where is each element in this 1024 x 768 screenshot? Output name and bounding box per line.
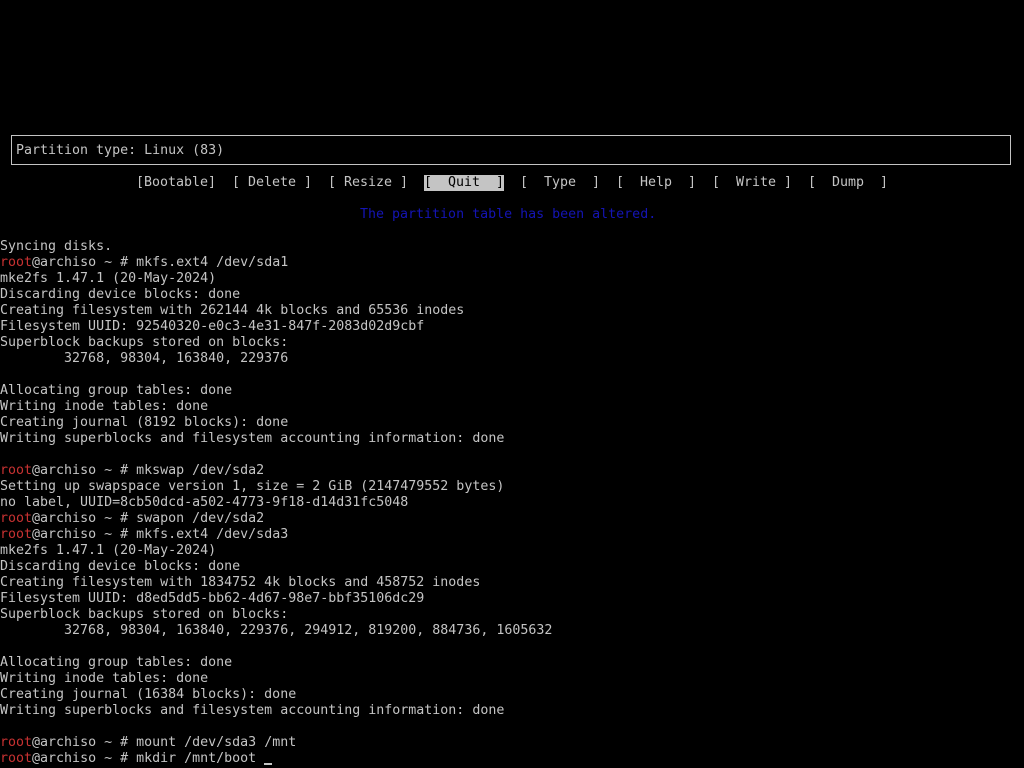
output-text: Writing superblocks and filesystem accou… [0, 703, 505, 718]
menu-button-quit[interactable]: [ Quit ] [424, 175, 505, 191]
prompt-line: root@archiso ~ # mkfs.ext4 /dev/sda3 [0, 527, 288, 543]
menu-button-dump[interactable]: [ Dump ] [808, 175, 888, 191]
output-line: Setting up swapspace version 1, size = 2… [0, 479, 504, 495]
prompt-line: root@archiso ~ # mkfs.ext4 /dev/sda1 [0, 255, 288, 271]
prompt-line: root@archiso ~ # mkswap /dev/sda2 [0, 463, 264, 479]
prompt-user: root [0, 527, 33, 542]
output-text: Filesystem UUID: d8ed5dd5-bb62-4d67-98e7… [0, 591, 425, 606]
output-line: Filesystem UUID: d8ed5dd5-bb62-4d67-98e7… [0, 591, 424, 607]
output-line: 32768, 98304, 163840, 229376 [0, 351, 288, 367]
output-text: Superblock backups stored on blocks: [0, 607, 289, 622]
command-text: @archiso ~ # mkdir /mnt/boot [32, 751, 257, 766]
output-line: Filesystem UUID: 92540320-e0c3-4e31-847f… [0, 319, 424, 335]
prompt-user: root [0, 463, 33, 478]
menu-button-resize[interactable]: [ Resize ] [328, 175, 408, 191]
output-text: Superblock backups stored on blocks: [0, 335, 289, 350]
output-text: Writing superblocks and filesystem accou… [0, 431, 505, 446]
cfdisk-status-message: The partition table has been altered. [360, 207, 657, 222]
output-text: Writing inode tables: done [0, 671, 209, 686]
prompt-line: root@archiso ~ # mount /dev/sda3 /mnt [0, 735, 296, 751]
output-line: Superblock backups stored on blocks: [0, 335, 288, 351]
output-text: 32768, 98304, 163840, 229376 [0, 351, 289, 366]
output-text: Creating filesystem with 1834752 4k bloc… [0, 575, 481, 590]
prompt-user: root [0, 255, 33, 270]
output-line: Creating filesystem with 262144 4k block… [0, 303, 464, 319]
output-text: Syncing disks. [0, 239, 113, 254]
output-line: Discarding device blocks: done [0, 559, 240, 575]
menu-button-type[interactable]: [ Type ] [520, 175, 600, 191]
output-line: Allocating group tables: done [0, 655, 232, 671]
output-line: Writing superblocks and filesystem accou… [0, 703, 504, 719]
output-line: mke2fs 1.47.1 (20-May-2024) [0, 271, 216, 287]
command-text: @archiso ~ # mount /dev/sda3 /mnt [32, 735, 297, 750]
command-text: @archiso ~ # mkfs.ext4 /dev/sda3 [32, 527, 289, 542]
output-line: Discarding device blocks: done [0, 287, 240, 303]
output-line: Syncing disks. [0, 239, 112, 255]
output-text: Writing inode tables: done [0, 399, 209, 414]
output-text: Creating journal (16384 blocks): done [0, 687, 297, 702]
output-line: Superblock backups stored on blocks: [0, 607, 288, 623]
output-line: Writing inode tables: done [0, 399, 208, 415]
output-line: Creating journal (8192 blocks): done [0, 415, 288, 431]
output-text: mke2fs 1.47.1 (20-May-2024) [0, 271, 217, 286]
output-text: Allocating group tables: done [0, 383, 233, 398]
output-line: mke2fs 1.47.1 (20-May-2024) [0, 543, 216, 559]
output-line: Allocating group tables: done [0, 383, 232, 399]
output-line: Creating filesystem with 1834752 4k bloc… [0, 575, 480, 591]
output-text: Setting up swapspace version 1, size = 2… [0, 479, 505, 494]
menu-button-bootable[interactable]: [Bootable] [136, 175, 216, 191]
output-line: Writing inode tables: done [0, 671, 208, 687]
prompt-user: root [0, 751, 33, 766]
output-text: Discarding device blocks: done [0, 287, 241, 302]
prompt-user: root [0, 735, 33, 750]
partition-type-text: Partition type: Linux (83) [16, 143, 225, 158]
output-text: Filesystem UUID: 92540320-e0c3-4e31-847f… [0, 319, 425, 334]
output-text: Creating journal (8192 blocks): done [0, 415, 289, 430]
output-text: mke2fs 1.47.1 (20-May-2024) [0, 543, 217, 558]
output-line: no label, UUID=8cb50dcd-a502-4773-9f18-d… [0, 495, 408, 511]
command-text: @archiso ~ # mkswap /dev/sda2 [32, 463, 265, 478]
output-line: Creating journal (16384 blocks): done [0, 687, 296, 703]
output-text: no label, UUID=8cb50dcd-a502-4773-9f18-d… [0, 495, 409, 510]
command-text: @archiso ~ # swapon /dev/sda2 [32, 511, 265, 526]
partition-type-box: Partition type: Linux (83) [11, 135, 1011, 165]
prompt-user: root [0, 511, 33, 526]
prompt-line: root@archiso ~ # swapon /dev/sda2 [0, 511, 264, 527]
cfdisk-menu-bar: [Bootable] [ Delete ] [ Resize ] [ Quit ] [ … [0, 175, 1024, 191]
command-text: @archiso ~ # mkfs.ext4 /dev/sda1 [32, 255, 289, 270]
terminal-screen[interactable]: Partition type: Linux (83) [Bootable] [ D… [0, 0, 1024, 768]
menu-button-delete[interactable]: [ Delete ] [232, 175, 312, 191]
menu-button-help[interactable]: [ Help ] [616, 175, 696, 191]
output-text: Discarding device blocks: done [0, 559, 241, 574]
output-text: Allocating group tables: done [0, 655, 233, 670]
text-cursor [264, 763, 273, 765]
output-text: Creating filesystem with 262144 4k block… [0, 303, 465, 318]
prompt-line: root@archiso ~ # mkdir /mnt/boot [0, 751, 273, 767]
menu-button-write[interactable]: [ Write ] [712, 175, 792, 191]
output-line: Writing superblocks and filesystem accou… [0, 431, 504, 447]
output-text: 32768, 98304, 163840, 229376, 294912, 81… [0, 623, 553, 638]
output-line: 32768, 98304, 163840, 229376, 294912, 81… [0, 623, 552, 639]
